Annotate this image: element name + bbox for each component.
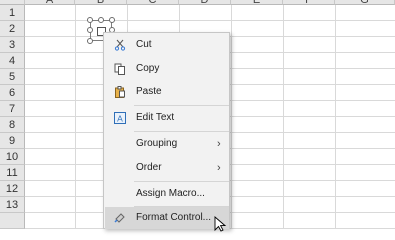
column-header-d[interactable]: D — [179, 0, 231, 5]
menu-item-grouping[interactable]: Grouping › — [105, 133, 229, 155]
row-header-2[interactable]: 2 — [0, 21, 25, 37]
column-header-a[interactable]: A — [25, 0, 75, 5]
menu-item-cut[interactable]: Cut — [105, 34, 229, 56]
menu-separator — [134, 131, 229, 132]
menu-item-label: Order — [136, 162, 162, 173]
mouse-pointer-icon — [214, 216, 227, 232]
resize-handle[interactable] — [87, 38, 93, 44]
menu-item-copy[interactable]: Copy — [105, 58, 229, 80]
chevron-right-icon: › — [217, 162, 221, 174]
column-header-c[interactable]: C — [127, 0, 179, 5]
menu-item-format-control[interactable]: Format Control... — [105, 207, 229, 229]
menu-item-label: Cut — [136, 39, 152, 50]
menu-separator — [134, 105, 229, 106]
context-menu: Cut Copy Paste A Edit Text Grouping › Or… — [103, 32, 230, 229]
resize-handle[interactable] — [98, 17, 104, 23]
resize-handle[interactable] — [109, 17, 115, 23]
gridline — [25, 20, 395, 21]
resize-handle[interactable] — [87, 27, 93, 33]
menu-separator — [134, 181, 229, 182]
menu-item-label: Paste — [136, 86, 162, 97]
edit-text-icon: A — [114, 112, 126, 124]
column-header-g[interactable]: G — [335, 0, 395, 5]
copy-icon — [114, 63, 126, 75]
row-header-9[interactable]: 9 — [0, 133, 25, 149]
menu-item-label: Assign Macro... — [136, 188, 205, 199]
format-control-icon — [114, 212, 126, 224]
menu-item-label: Copy — [136, 63, 160, 74]
menu-item-order[interactable]: Order › — [105, 157, 229, 179]
chevron-right-icon: › — [217, 138, 221, 150]
row-header-3[interactable]: 3 — [0, 37, 25, 53]
spreadsheet: A B C D E F G 1 2 3 4 5 6 7 8 9 10 11 12… — [0, 0, 395, 232]
menu-item-assign-macro[interactable]: Assign Macro... — [105, 183, 229, 205]
row-header-8[interactable]: 8 — [0, 117, 25, 133]
row-header-6[interactable]: 6 — [0, 85, 25, 101]
row-header-11[interactable]: 11 — [0, 165, 25, 181]
menu-item-label: Edit Text — [136, 112, 175, 123]
row-header-12[interactable]: 12 — [0, 181, 25, 197]
resize-handle[interactable] — [87, 17, 93, 23]
row-header-13[interactable]: 13 — [0, 197, 25, 213]
column-header-e[interactable]: E — [231, 0, 283, 5]
menu-item-label: Grouping — [136, 138, 178, 149]
column-header-f[interactable]: F — [283, 0, 335, 5]
menu-item-edit-text[interactable]: A Edit Text — [105, 107, 229, 129]
scissors-icon — [114, 39, 126, 51]
row-header-7[interactable]: 7 — [0, 101, 25, 117]
row-header-4[interactable]: 4 — [0, 53, 25, 69]
row-header-1[interactable]: 1 — [0, 5, 25, 21]
row-header-10[interactable]: 10 — [0, 149, 25, 165]
row-header-14[interactable] — [0, 213, 25, 229]
menu-item-label: Format Control... — [136, 212, 212, 223]
svg-text:A: A — [117, 114, 123, 124]
row-header-5[interactable]: 5 — [0, 69, 25, 85]
menu-item-paste[interactable]: Paste — [105, 81, 229, 103]
column-header-b[interactable]: B — [75, 0, 127, 5]
paste-icon — [114, 86, 126, 98]
